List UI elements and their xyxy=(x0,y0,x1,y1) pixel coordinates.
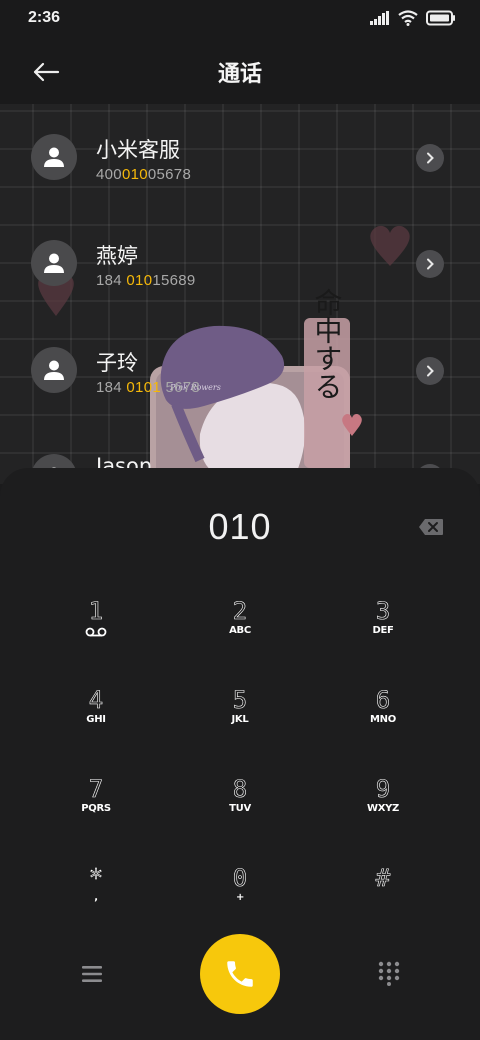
key-1[interactable]: 1 xyxy=(36,598,156,678)
app-header: 通话 xyxy=(0,40,480,104)
contact-number: 40001005678 xyxy=(96,166,192,183)
person-icon xyxy=(44,147,64,167)
avatar xyxy=(31,347,77,393)
avatar xyxy=(31,134,77,180)
backspace-icon[interactable] xyxy=(418,518,444,536)
search-results[interactable]: Pink Rowers 命中する 小米客服 40001005678 燕婷 184… xyxy=(0,104,480,484)
page-title: 通话 xyxy=(217,62,262,87)
contact-number: 184 01015689 xyxy=(96,272,196,289)
contact-name: 小米客服 xyxy=(96,138,180,162)
key-2[interactable]: 2 ABC xyxy=(180,598,300,678)
dialpad-icon[interactable] xyxy=(376,960,402,986)
key-6[interactable]: 6 MNO xyxy=(323,687,443,767)
key-3[interactable]: 3 DEF xyxy=(323,598,443,678)
battery-icon xyxy=(426,10,455,26)
voicemail-icon xyxy=(85,627,107,637)
call-button[interactable] xyxy=(200,934,280,1014)
contact-detail-button[interactable] xyxy=(416,250,444,278)
avatar xyxy=(31,240,77,286)
contact-name: 子玲 xyxy=(96,351,138,375)
key-8[interactable]: 8 TUV xyxy=(180,776,300,856)
status-icons xyxy=(370,10,456,26)
dialed-number[interactable]: 010 xyxy=(0,506,480,548)
status-bar: 2:36 xyxy=(0,0,480,40)
signal-icon xyxy=(370,11,389,25)
number-match-highlight: 010 xyxy=(126,272,153,289)
contact-row[interactable]: 燕婷 184 01015689 xyxy=(0,212,480,312)
key-star[interactable]: * , xyxy=(36,865,156,945)
key-4[interactable]: 4 GHI xyxy=(36,687,156,767)
person-icon xyxy=(44,360,64,380)
chevron-right-icon xyxy=(427,365,434,377)
key-0[interactable]: 0 + xyxy=(180,865,300,945)
number-match-highlight: 0101 xyxy=(126,379,161,396)
contact-row[interactable]: 小米客服 40001005678 xyxy=(0,106,480,206)
contact-number: 184 0101 5678 xyxy=(96,379,201,396)
menu-icon[interactable] xyxy=(78,960,106,988)
chevron-right-icon xyxy=(427,258,434,270)
number-match-highlight: 010 xyxy=(121,166,148,183)
phone-icon xyxy=(227,961,253,987)
contact-detail-button[interactable] xyxy=(416,144,444,172)
key-hash[interactable]: # xyxy=(323,865,443,945)
contact-detail-button[interactable] xyxy=(416,357,444,385)
contact-row[interactable]: 子玲 184 0101 5678 xyxy=(0,319,480,419)
wifi-icon xyxy=(398,10,418,26)
chevron-right-icon xyxy=(427,152,434,164)
key-5[interactable]: 5 JKL xyxy=(180,687,300,767)
contact-name: 燕婷 xyxy=(96,244,138,268)
key-9[interactable]: 9 WXYZ xyxy=(323,776,443,856)
dialer-panel: 010 1 2 ABC 3 DEF 4 GHI 5 JKL 6 MNO 7 PQ… xyxy=(0,468,480,1040)
dialer-action-bar xyxy=(0,934,480,1014)
key-7[interactable]: 7 PQRS xyxy=(36,776,156,856)
person-icon xyxy=(44,253,64,273)
status-time: 2:36 xyxy=(28,9,61,26)
